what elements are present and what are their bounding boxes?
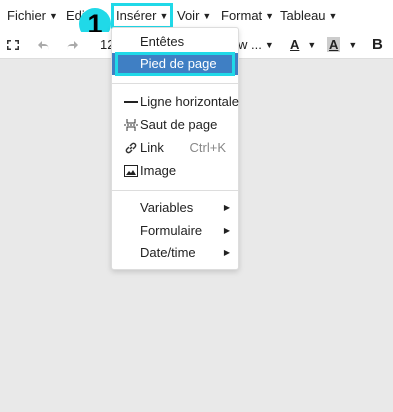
menu-item-saut-de-page[interactable]: Saut de page bbox=[112, 114, 238, 136]
menu-item-variables[interactable]: Variables ▶ bbox=[112, 197, 238, 219]
bold-button[interactable]: B bbox=[372, 32, 383, 58]
chevron-right-icon: ▶ bbox=[223, 203, 230, 212]
menu-tableau-label: Tableau bbox=[280, 8, 326, 23]
caret-down-icon: ▼ bbox=[307, 40, 317, 50]
chevron-right-icon: ▶ bbox=[223, 248, 230, 257]
text-color-button[interactable]: A ▼ bbox=[290, 32, 318, 58]
bg-color-label: A bbox=[327, 37, 341, 52]
menu-fichier-label: Fichier bbox=[7, 8, 47, 23]
link-icon bbox=[124, 137, 138, 159]
menu-item-entetes[interactable]: Entêtes bbox=[112, 31, 238, 53]
entetes-label: Entêtes bbox=[140, 34, 185, 49]
formulaire-label: Formulaire bbox=[140, 223, 203, 238]
caret-down-icon: ▼ bbox=[49, 11, 58, 21]
image-label: Image bbox=[140, 163, 177, 178]
menu-item-image[interactable]: Image bbox=[112, 160, 238, 182]
menu-format-label: Format bbox=[221, 8, 263, 23]
font-name-select[interactable]: w ... ▼ bbox=[238, 32, 274, 58]
divider bbox=[112, 83, 238, 84]
ligne-horizontale-label: Ligne horizontale bbox=[140, 94, 240, 109]
image-icon bbox=[124, 160, 138, 182]
menu-fichier[interactable]: Fichier ▼ bbox=[7, 0, 58, 32]
menu-tableau[interactable]: Tableau ▼ bbox=[280, 0, 337, 32]
menu-item-formulaire[interactable]: Formulaire ▶ bbox=[112, 220, 238, 242]
divider bbox=[112, 190, 238, 191]
saut-de-page-label: Saut de page bbox=[140, 117, 218, 132]
font-name-value: w ... bbox=[238, 37, 262, 52]
fullscreen-icon[interactable] bbox=[6, 32, 20, 58]
caret-down-icon: ▼ bbox=[264, 40, 274, 50]
variables-label: Variables bbox=[140, 200, 194, 215]
pied-de-page-label: Pied de page bbox=[140, 56, 217, 71]
caret-down-icon: ▼ bbox=[328, 11, 338, 21]
caret-down-icon: ▼ bbox=[348, 40, 358, 50]
menu-item-date-time[interactable]: Date/time ▶ bbox=[112, 242, 238, 264]
menu-inserer[interactable]: Insérer ▼ bbox=[110, 3, 174, 29]
menu-item-pied-de-page[interactable]: Pied de page bbox=[112, 52, 238, 76]
link-shortcut: Ctrl+K bbox=[189, 140, 226, 155]
date-time-label: Date/time bbox=[140, 245, 196, 260]
menu-voir-label: Voir bbox=[177, 8, 200, 23]
undo-icon[interactable] bbox=[37, 32, 51, 58]
insert-dropdown-menu: Entêtes Pied de page Ligne horizontale S… bbox=[111, 27, 239, 270]
caret-down-icon: ▼ bbox=[265, 11, 275, 21]
caret-down-icon: ▼ bbox=[202, 11, 212, 21]
link-label: Link bbox=[140, 140, 164, 155]
bold-label: B bbox=[372, 36, 383, 53]
chevron-right-icon: ▶ bbox=[223, 226, 230, 235]
caret-down-icon: ▼ bbox=[159, 11, 169, 21]
page-break-icon bbox=[124, 114, 138, 136]
menu-item-link[interactable]: Link Ctrl+K bbox=[112, 137, 238, 159]
text-color-label: A bbox=[290, 37, 300, 52]
horizontal-line-icon bbox=[124, 91, 138, 113]
menu-item-ligne-horizontale[interactable]: Ligne horizontale bbox=[112, 91, 240, 113]
menu-inserer-label: Insérer bbox=[116, 8, 157, 23]
bg-color-button[interactable]: A ▼ bbox=[327, 32, 357, 58]
redo-icon[interactable] bbox=[65, 32, 79, 58]
